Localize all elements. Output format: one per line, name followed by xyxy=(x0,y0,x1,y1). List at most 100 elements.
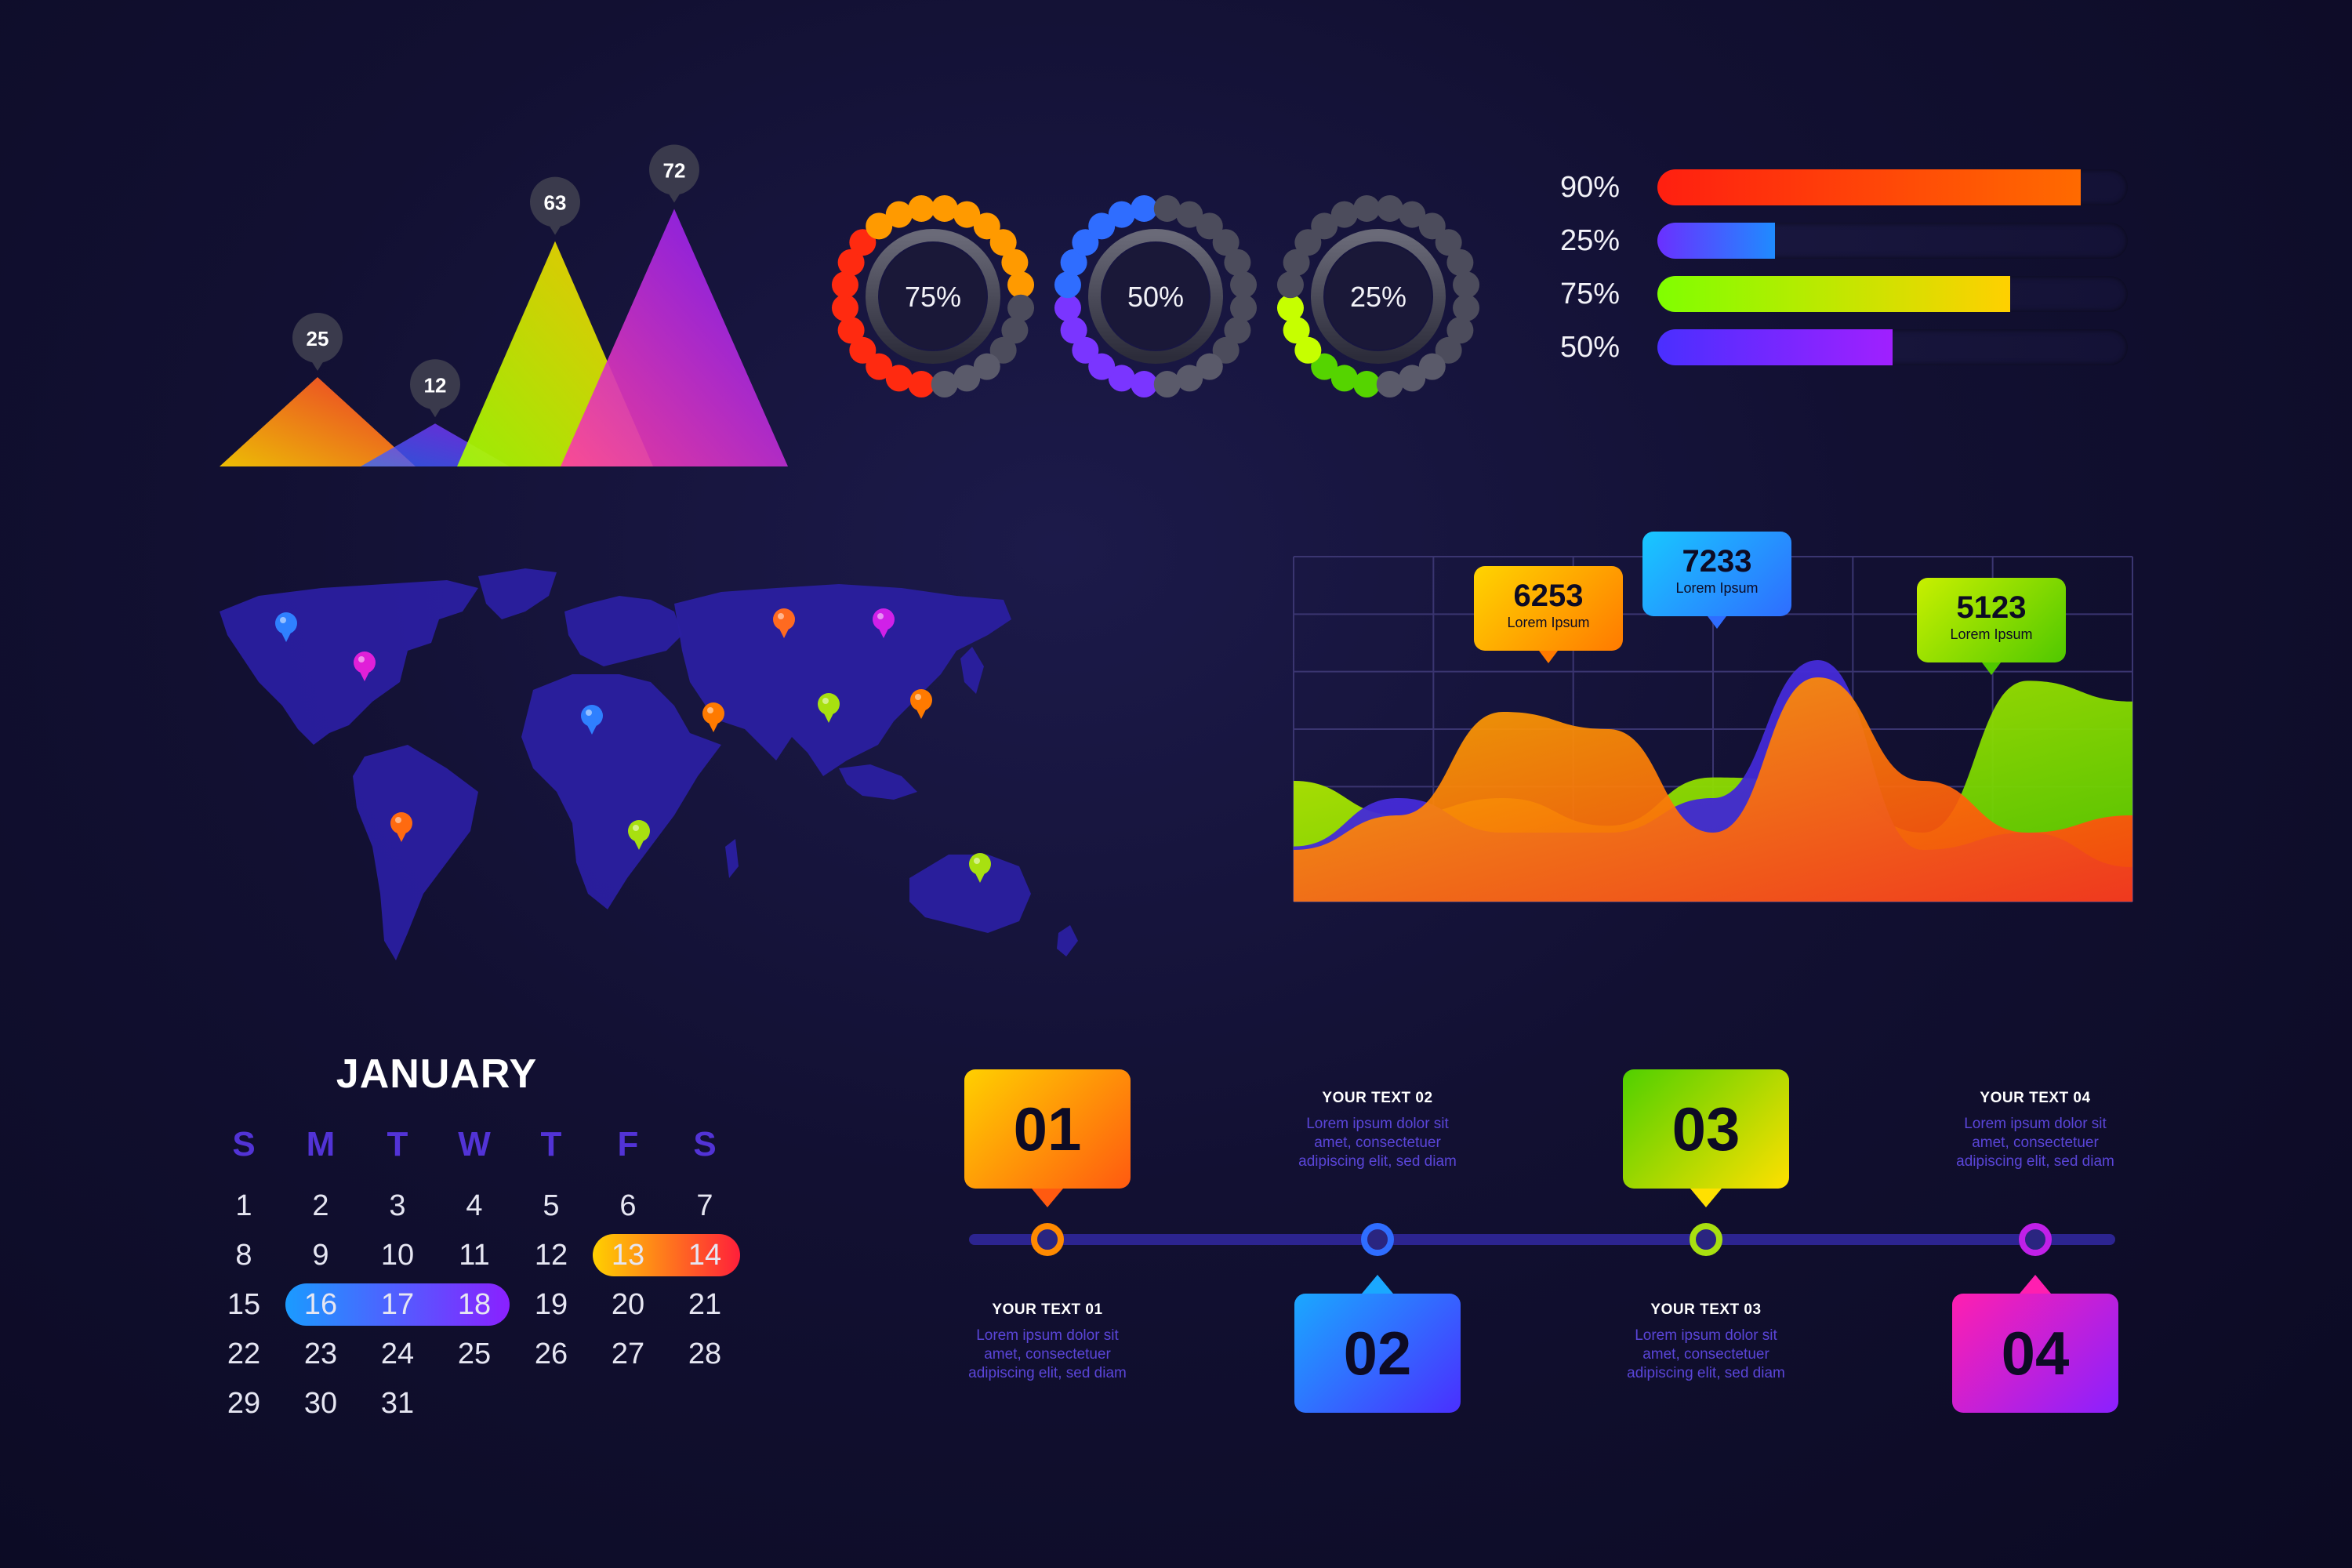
timeline-caption-line: Lorem ipsum dolor sit xyxy=(1635,1327,1777,1344)
world-map-svg xyxy=(220,568,1078,960)
timeline-caption-line: Lorem ipsum dolor sit xyxy=(976,1327,1119,1344)
calendar-day[interactable]: 9 xyxy=(282,1233,359,1277)
donut-dot xyxy=(1176,365,1203,392)
area-chart: 6253 Lorem Ipsum 7233 Lorem Ipsum 5123 Lorem … xyxy=(1286,517,2140,925)
donut-dot xyxy=(1376,194,1403,222)
callout-tip xyxy=(1539,651,1558,663)
timeline-node[interactable] xyxy=(1361,1223,1394,1256)
calendar-day[interactable]: 10 xyxy=(359,1233,436,1277)
calendar-day[interactable]: 26 xyxy=(513,1332,590,1376)
donut-dot xyxy=(831,294,858,321)
timeline-step-box-04[interactable]: 04 xyxy=(1952,1294,2118,1413)
calendar-day[interactable]: 22 xyxy=(205,1332,282,1376)
timeline-pointer xyxy=(1032,1189,1063,1207)
progress-bar-track xyxy=(1657,223,2128,259)
timeline-step-box-02[interactable]: 02 xyxy=(1294,1294,1461,1413)
timeline-caption-line: Lorem ipsum dolor sit xyxy=(1306,1116,1449,1132)
calendar-weekday: F xyxy=(617,1125,639,1163)
calendar-day[interactable]: 5 xyxy=(513,1184,590,1228)
timeline-caption-title: YOUR TEXT 02 xyxy=(1322,1090,1433,1106)
calendar: JANUARY S M T W T F S 1 2 3 4 5 6 7 8 9 10 11 12 13 14 15 16 17… xyxy=(199,1051,748,1427)
timeline-caption-title: YOUR TEXT 01 xyxy=(992,1301,1103,1318)
calendar-day[interactable]: 4 xyxy=(436,1184,513,1228)
donut-label: 75% xyxy=(905,281,961,313)
calendar-day[interactable]: 1 xyxy=(205,1184,282,1228)
donut-dot xyxy=(1054,271,1081,299)
calendar-day[interactable]: 17 xyxy=(359,1283,436,1327)
donut-dot xyxy=(931,371,958,398)
calendar-day[interactable]: 19 xyxy=(513,1283,590,1327)
map-pin-middle-east[interactable] xyxy=(702,702,724,732)
calendar-weekday: S xyxy=(693,1125,717,1163)
timeline-line xyxy=(969,1234,2115,1245)
timeline-caption-body: Lorem ipsum dolor sit amet, consectetuer a… xyxy=(1918,1115,2153,1171)
donut-gauges-svg: 75% 50% 25% xyxy=(831,194,1480,398)
calendar-day[interactable]: 13 xyxy=(590,1233,666,1277)
donut-dot xyxy=(1453,271,1480,299)
calendar-day[interactable]: 8 xyxy=(205,1233,282,1277)
timeline-caption-title: YOUR TEXT 04 xyxy=(1980,1090,2091,1106)
value-bubble-tip xyxy=(666,190,682,203)
map-pin-china[interactable] xyxy=(910,689,932,719)
timeline-caption-line: adipiscing elit, sed diam xyxy=(968,1365,1127,1381)
donut-dot xyxy=(1276,294,1304,321)
timeline-node[interactable] xyxy=(2019,1223,2052,1256)
timeline-caption-line: amet, consectetuer xyxy=(1972,1134,2099,1151)
calendar-day[interactable]: 21 xyxy=(666,1283,743,1327)
donut-dot xyxy=(1007,271,1035,299)
donut-dot xyxy=(1054,294,1081,321)
value-bubble-tip xyxy=(547,222,563,235)
progress-bar-label: 50% xyxy=(1560,331,1621,364)
landmass-japan xyxy=(960,647,984,694)
timeline-node[interactable] xyxy=(1031,1223,1064,1256)
calendar-day[interactable]: 11 xyxy=(436,1233,513,1277)
calendar-day[interactable]: 27 xyxy=(590,1332,666,1376)
calendar-day[interactable]: 6 xyxy=(590,1184,666,1228)
progress-bar-fill xyxy=(1657,276,2010,312)
progress-bar-track xyxy=(1657,329,2128,365)
triangle-value-label: 63 xyxy=(544,191,567,215)
progress-bar-fill xyxy=(1657,223,1775,259)
donut-dot xyxy=(1007,294,1035,321)
progress-bar-label: 25% xyxy=(1560,224,1621,257)
calendar-day[interactable]: 28 xyxy=(666,1332,743,1376)
calendar-day[interactable]: 29 xyxy=(205,1381,282,1425)
calendar-day[interactable]: 12 xyxy=(513,1233,590,1277)
landmass-europe xyxy=(564,596,682,666)
donut-dot xyxy=(953,365,981,392)
donut-dot xyxy=(1230,294,1258,321)
timeline-caption-title: YOUR TEXT 03 xyxy=(1650,1301,1762,1318)
callout-value: 7233 xyxy=(1682,544,1752,579)
calendar-day[interactable]: 25 xyxy=(436,1332,513,1376)
calendar-day[interactable]: 30 xyxy=(282,1381,359,1425)
timeline-node[interactable] xyxy=(1690,1223,1722,1256)
timeline-caption-line: adipiscing elit, sed diam xyxy=(1956,1153,2114,1170)
donut-dot xyxy=(1446,249,1474,276)
calendar-day[interactable]: 14 xyxy=(666,1233,743,1277)
donut-gauge-2: 50% xyxy=(1054,194,1258,398)
calendar-day[interactable]: 16 xyxy=(282,1283,359,1327)
callout-label: Lorem Ipsum xyxy=(1507,615,1590,630)
callout-value: 5123 xyxy=(1956,590,2027,625)
timeline-step-box-03[interactable]: 03 xyxy=(1623,1069,1789,1189)
calendar-day[interactable]: 24 xyxy=(359,1332,436,1376)
callout-label: Lorem Ipsum xyxy=(1675,580,1759,596)
calendar-day[interactable]: 3 xyxy=(359,1184,436,1228)
calendar-day[interactable]: 7 xyxy=(666,1184,743,1228)
progress-bar-row: 25% xyxy=(1560,223,2156,259)
calendar-day[interactable]: 18 xyxy=(436,1283,513,1327)
calendar-day[interactable]: 2 xyxy=(282,1184,359,1228)
progress-bar-row: 50% xyxy=(1560,329,2156,365)
calendar-day[interactable]: 20 xyxy=(590,1283,666,1327)
timeline-step-box-01[interactable]: 01 xyxy=(964,1069,1131,1189)
calendar-day[interactable]: 23 xyxy=(282,1332,359,1376)
calendar-day[interactable]: 15 xyxy=(205,1283,282,1327)
area-callout: 7233 Lorem Ipsum xyxy=(1642,532,1791,629)
calendar-day[interactable]: 31 xyxy=(359,1381,436,1425)
progress-bar-track xyxy=(1657,276,2128,312)
donut-dot xyxy=(931,194,958,222)
donut-gauge-3: 25% xyxy=(1276,194,1480,398)
landmass-asia xyxy=(674,584,1011,776)
donut-gauge-1: 75% xyxy=(831,194,1035,398)
donut-dot xyxy=(1060,317,1087,344)
